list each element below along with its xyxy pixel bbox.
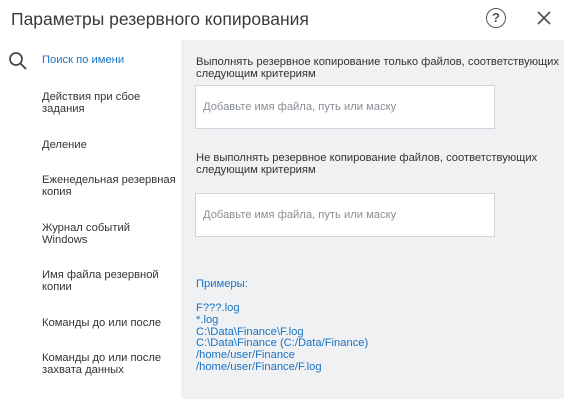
example-item: *.log [196, 313, 219, 326]
sidebar-item-weekly-backup[interactable]: Еженедельная резервная копия [42, 174, 178, 198]
search-icon [9, 52, 27, 70]
help-icon: ? [492, 10, 500, 25]
sidebar-item-job-failure-actions[interactable]: Действия при сбое задания [42, 91, 178, 115]
settings-panel: Выполнять резервное копирование только ф… [181, 40, 564, 399]
exclude-mask-input[interactable] [196, 194, 494, 236]
sidebar-item-search-by-name[interactable]: Поиск по имени [42, 54, 178, 66]
close-button[interactable] [534, 8, 554, 28]
sidebar-item-backup-file-name[interactable]: Имя файла резервной копии [42, 269, 178, 293]
sidebar-item-splitting[interactable]: Деление [42, 139, 178, 151]
include-field-container [195, 85, 495, 129]
example-item: F???.log [196, 302, 240, 314]
example-item: /home/user/Finance/F.log [196, 360, 322, 373]
sidebar-item-pre-post-data-capture-commands[interactable]: Команды до или после захвата данных [42, 352, 178, 376]
help-button[interactable]: ? [486, 8, 506, 28]
title-bar: Параметры резервного копирования ? [0, 0, 564, 40]
exclude-field-container [195, 193, 495, 237]
dialog-title: Параметры резервного копирования [11, 9, 309, 29]
exclude-criteria-label: Не выполнять резервное копирование файло… [196, 152, 538, 176]
sidebar: Поиск по имени Действия при сбое задания… [0, 40, 181, 399]
sidebar-item-pre-post-commands[interactable]: Команды до или после [42, 317, 178, 329]
close-icon [537, 11, 551, 25]
sidebar-item-windows-event-log[interactable]: Журнал событий Windows [42, 222, 178, 246]
examples-title: Примеры: [196, 278, 248, 290]
include-mask-input[interactable] [196, 86, 494, 128]
include-criteria-label: Выполнять резервное копирование только ф… [196, 56, 560, 80]
examples-list: F???.log *.log C:\Data\Finance\F.log C:\… [196, 302, 368, 374]
